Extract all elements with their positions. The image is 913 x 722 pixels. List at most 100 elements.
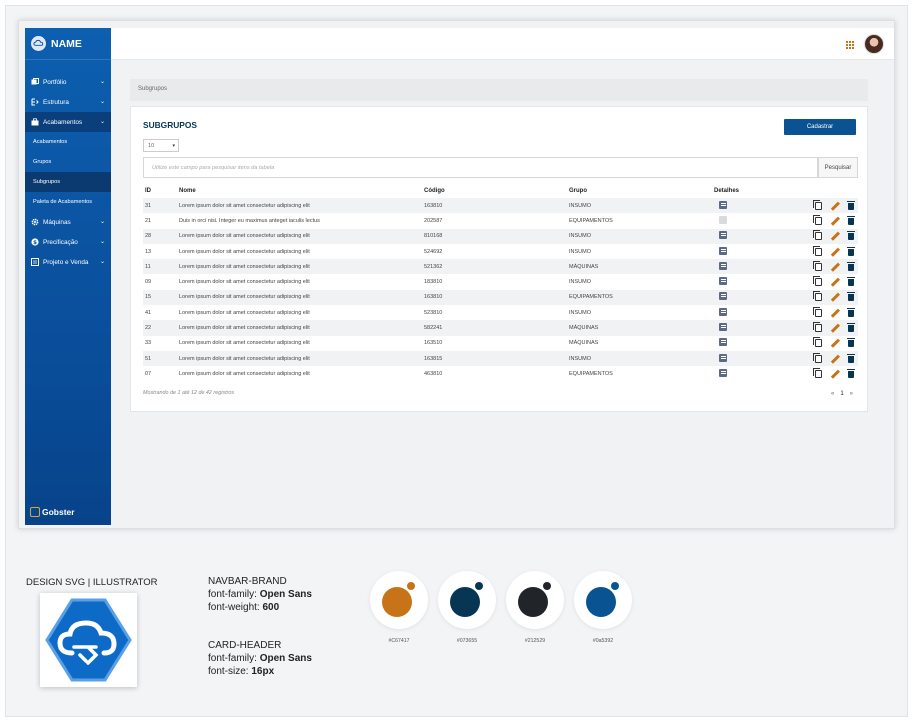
search-button[interactable]: Pesquisar — [818, 157, 858, 178]
apps-grid-icon[interactable] — [845, 40, 854, 49]
sidebar-item-projeto-venda[interactable]: Projeto e Venda ⌄ — [25, 252, 111, 272]
cell-detalhes — [714, 305, 806, 320]
copy-icon[interactable] — [813, 337, 822, 348]
copy-icon[interactable] — [813, 352, 822, 363]
trash-icon[interactable] — [847, 353, 855, 363]
trash-icon[interactable] — [847, 231, 855, 241]
details-icon[interactable] — [719, 338, 727, 347]
trash-icon[interactable] — [847, 292, 855, 302]
sidebar-subitem-acabamentos[interactable]: Acabamentos — [25, 132, 111, 152]
table-row[interactable]: 15 Lorem ipsum dolor sit amet consectetur… — [143, 289, 858, 306]
trash-icon[interactable] — [847, 215, 855, 225]
sidebar-subitem-paleta[interactable]: Paleta de Acabamentos — [25, 192, 111, 212]
details-icon[interactable] — [719, 292, 727, 301]
table-row[interactable]: 11 Lorem ipsum dolor sit amet consectetur… — [143, 259, 858, 275]
sidebar-subitem-grupos[interactable]: Grupos — [25, 152, 111, 172]
brand-name: NAME — [51, 37, 82, 50]
table-row[interactable]: 41 Lorem ipsum dolor sit amet consectetur… — [143, 305, 858, 320]
details-icon[interactable] — [719, 307, 727, 316]
column-header-grupo[interactable]: Grupo — [569, 183, 714, 198]
cell-actions — [806, 228, 858, 244]
column-header-actions — [806, 183, 858, 198]
pagination-prev[interactable]: « — [831, 391, 834, 397]
edit-pencil-icon[interactable] — [831, 263, 839, 271]
copy-icon[interactable] — [813, 367, 822, 378]
copy-icon[interactable] — [813, 306, 822, 317]
cell-codigo: 163815 — [424, 350, 569, 367]
copy-icon[interactable] — [813, 214, 822, 225]
sidebar-subitem-subgrupos[interactable]: Subgrupos — [25, 172, 111, 192]
details-icon[interactable] — [719, 231, 727, 240]
details-icon[interactable] — [719, 261, 727, 270]
sidebar-item-estrutura[interactable]: Estrutura ⌄ — [25, 92, 111, 112]
avatar[interactable] — [864, 34, 884, 54]
chevron-down-icon: ▾ — [172, 143, 175, 149]
details-icon[interactable] — [719, 246, 727, 255]
chevron-down-icon: ⌄ — [99, 239, 105, 245]
trash-icon[interactable] — [847, 323, 855, 333]
color-swatch — [438, 571, 496, 629]
column-header-id[interactable]: ID — [143, 183, 179, 198]
edit-pencil-icon[interactable] — [831, 248, 839, 256]
edit-pencil-icon[interactable] — [831, 309, 839, 317]
table-row[interactable]: 22 Lorem ipsum dolor sit amet consectetur… — [143, 320, 858, 336]
create-button[interactable]: Cadastrar — [784, 119, 856, 135]
edit-pencil-icon[interactable] — [831, 324, 839, 332]
cell-grupo: INSUMO — [569, 309, 591, 316]
subgroups-card: SUBGRUPOS Cadastrar 10 ▾ Utilize este ca… — [130, 106, 868, 412]
cell-detalhes — [714, 274, 806, 289]
details-icon[interactable] — [719, 215, 727, 224]
details-icon[interactable] — [719, 277, 727, 286]
trash-icon[interactable] — [847, 338, 855, 348]
table-row[interactable]: 13 Lorem ipsum dolor sit amet consectetur… — [143, 244, 858, 259]
details-icon[interactable] — [719, 323, 727, 332]
page-size-select[interactable]: 10 ▾ — [143, 139, 179, 152]
column-header-nome[interactable]: Nome — [179, 183, 424, 198]
table-row[interactable]: 51 Lorem ipsum dolor sit amet consectetur… — [143, 350, 858, 367]
table-row[interactable]: 28 Lorem ipsum dolor sit amet consectetur… — [143, 228, 858, 244]
trash-icon[interactable] — [847, 246, 855, 256]
table-row[interactable]: 31 Lorem ipsum dolor sit amet consectetur… — [143, 198, 858, 214]
edit-pencil-icon[interactable] — [831, 355, 839, 363]
copy-icon[interactable] — [813, 291, 822, 302]
pagination-current[interactable]: 1 — [840, 391, 843, 397]
cell-nome: Lorem ipsum dolor sit amet consectetur a… — [179, 320, 424, 336]
pagination-next[interactable]: » — [850, 391, 853, 397]
sidebar-item-precificacao[interactable]: $ Precificação ⌄ — [25, 232, 111, 252]
sidebar-item-acabamentos[interactable]: Acabamentos ⌄ — [25, 112, 111, 132]
copy-icon[interactable] — [813, 260, 822, 271]
edit-pencil-icon[interactable] — [831, 217, 839, 225]
table-row[interactable]: 21 Duis in orci nisi. Integer eu maximus … — [143, 213, 858, 228]
color-swatch — [370, 571, 428, 629]
edit-pencil-icon[interactable] — [831, 202, 839, 210]
table-row[interactable]: 33 Lorem ipsum dolor sit amet consectetur… — [143, 336, 858, 351]
trash-icon[interactable] — [847, 277, 855, 287]
copy-icon[interactable] — [813, 276, 822, 287]
trash-icon[interactable] — [847, 368, 855, 378]
edit-pencil-icon[interactable] — [831, 339, 839, 347]
cell-id: 33 — [145, 340, 152, 347]
sidebar-item-portfolio[interactable]: Portfólio ⌄ — [25, 72, 111, 92]
search-input[interactable]: Utilize este campo para pesquisar itens … — [143, 157, 818, 178]
edit-pencil-icon[interactable] — [831, 232, 839, 240]
trash-icon[interactable] — [847, 200, 855, 210]
copy-icon[interactable] — [813, 245, 822, 256]
trash-icon[interactable] — [847, 261, 855, 271]
edit-pencil-icon[interactable] — [831, 293, 839, 301]
navbar-brand[interactable]: NAME — [25, 28, 111, 60]
details-icon[interactable] — [719, 353, 727, 362]
copy-icon[interactable] — [813, 230, 822, 241]
cloud-logo-icon — [31, 36, 46, 51]
details-icon[interactable] — [719, 368, 727, 377]
copy-icon[interactable] — [813, 199, 822, 210]
trash-icon[interactable] — [847, 307, 855, 317]
column-header-codigo[interactable]: Código — [424, 183, 569, 198]
table-row[interactable]: 09 Lorem ipsum dolor sit amet consectetur… — [143, 274, 858, 289]
details-icon[interactable] — [719, 200, 727, 209]
swatch-mini-dot — [611, 582, 619, 590]
copy-icon[interactable] — [813, 322, 822, 333]
edit-pencil-icon[interactable] — [831, 278, 839, 286]
sidebar-item-maquinas[interactable]: Máquinas ⌄ — [25, 212, 111, 232]
table-row[interactable]: 07 Lorem ipsum dolor sit amet consectetur… — [143, 366, 858, 381]
edit-pencil-icon[interactable] — [831, 370, 839, 378]
